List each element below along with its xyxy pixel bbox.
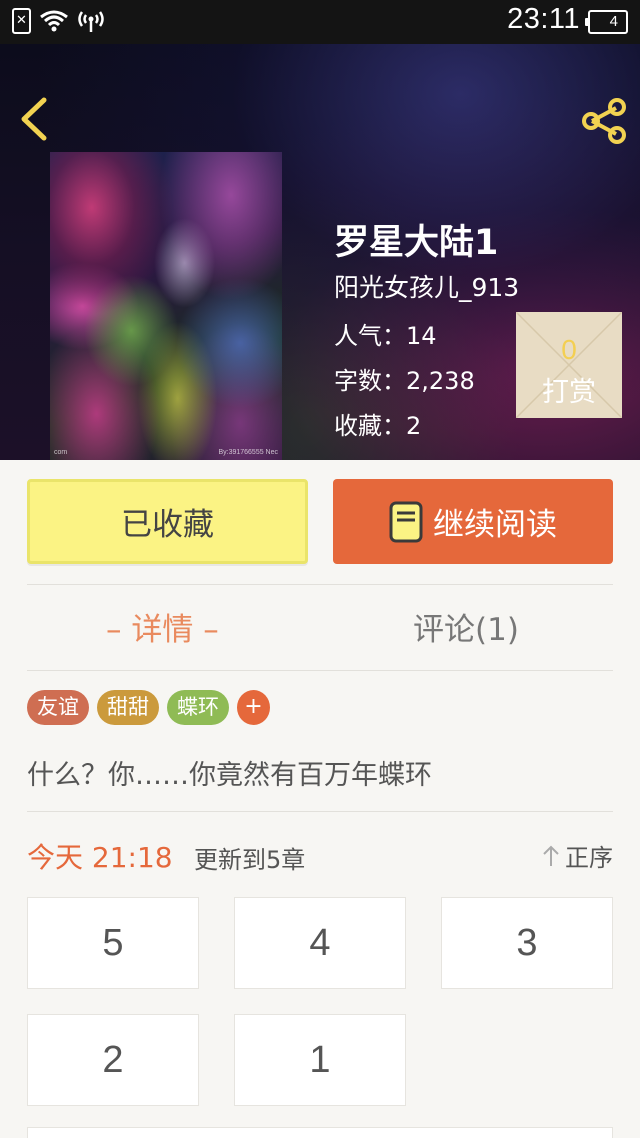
- stat-word-count-value: 2,238: [406, 367, 475, 395]
- tab-comments[interactable]: 评论(1): [413, 604, 519, 654]
- update-status: 更新到5章: [194, 846, 306, 874]
- stat-favorites-value: 2: [406, 412, 422, 440]
- divider: [27, 670, 613, 671]
- update-date: 今天 21:18: [27, 841, 173, 874]
- clock: 23:11: [507, 3, 580, 35]
- stat-popularity-label: 人气：: [334, 322, 406, 350]
- no-sim-icon: ✕: [12, 8, 31, 34]
- stat-popularity-value: 14: [406, 322, 437, 350]
- chapter-item[interactable]: 5: [27, 897, 199, 989]
- tab-details[interactable]: – 详情 –: [106, 604, 219, 654]
- favorited-button[interactable]: 已收藏: [27, 479, 308, 564]
- sort-order-button[interactable]: 正序: [541, 838, 613, 873]
- continue-reading-button[interactable]: 继续阅读: [333, 479, 613, 564]
- divider: [27, 584, 613, 585]
- hotspot-icon: [78, 11, 104, 32]
- stat-word-count: 字数：2,238: [334, 361, 475, 396]
- arrow-up-icon: [543, 845, 559, 866]
- continue-reading-label: 继续阅读: [433, 507, 557, 543]
- book-author: 阳光女孩儿_913: [334, 273, 520, 302]
- book-summary: 什么？你……你竟然有百万年蝶环: [27, 760, 432, 791]
- back-button[interactable]: [16, 96, 50, 142]
- book-title: 罗星大陆1: [334, 223, 499, 263]
- book-icon: [389, 501, 423, 542]
- status-bar: ✕ 23:11 4: [0, 0, 640, 44]
- wifi-icon: [40, 10, 68, 32]
- tip-label: 打赏: [542, 377, 596, 408]
- tip-count: 0: [561, 334, 577, 365]
- chapter-item[interactable]: 1: [234, 1014, 406, 1106]
- battery-icon: 4: [585, 10, 628, 34]
- chapter-item[interactable]: 3: [441, 897, 613, 989]
- tag-butterfly-ring[interactable]: 蝶环: [167, 690, 229, 725]
- stat-popularity: 人气：14: [334, 316, 437, 351]
- chapter-item[interactable]: 4: [234, 897, 406, 989]
- divider: [27, 811, 613, 812]
- tag-list: 友谊 甜甜 蝶环 +: [27, 690, 270, 725]
- book-header: com By:391766555 Nec 罗星大陆1 阳光女孩儿_913 人气：1…: [0, 44, 640, 460]
- add-tag-button[interactable]: +: [237, 690, 270, 725]
- sort-order-label: 正序: [565, 844, 613, 872]
- stat-favorites-label: 收藏：: [334, 412, 406, 440]
- favorited-button-label: 已收藏: [121, 507, 214, 543]
- stat-word-count-label: 字数：: [334, 367, 406, 395]
- stat-favorites: 收藏：2: [334, 406, 421, 441]
- chapter-item[interactable]: 2: [27, 1014, 199, 1106]
- bottom-card: [27, 1127, 613, 1138]
- tip-button[interactable]: 0 打赏: [516, 312, 622, 418]
- tag-sweet[interactable]: 甜甜: [97, 690, 159, 725]
- share-button[interactable]: [580, 96, 628, 146]
- tag-friendship[interactable]: 友谊: [27, 690, 89, 725]
- book-cover-image: com By:391766555 Nec: [50, 152, 282, 460]
